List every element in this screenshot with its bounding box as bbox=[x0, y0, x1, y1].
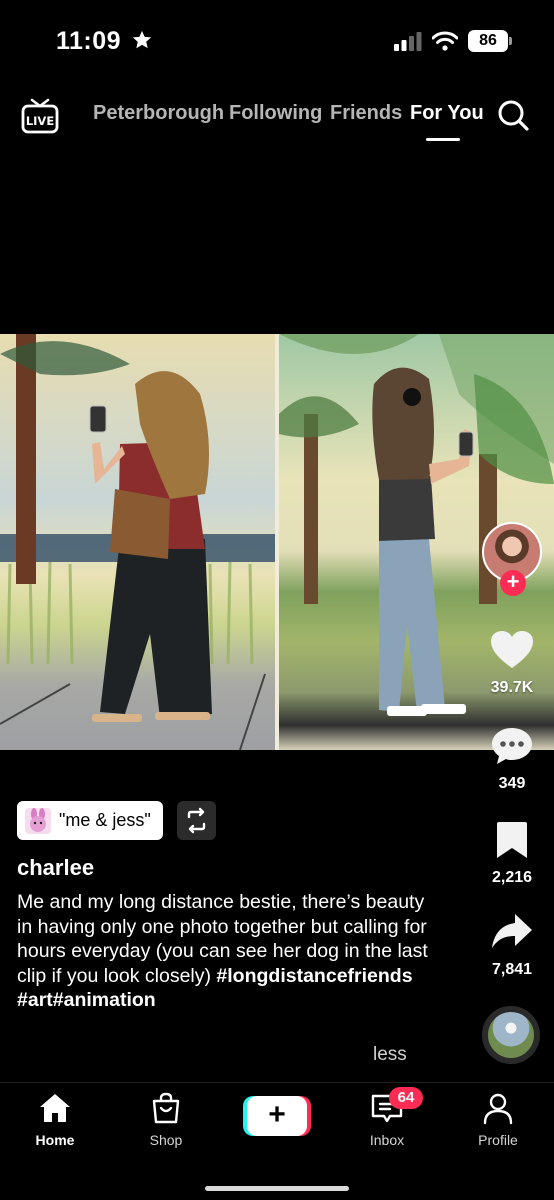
shopping-bag-icon bbox=[152, 1092, 180, 1124]
home-indicator bbox=[205, 1186, 349, 1191]
share-arrow-icon bbox=[492, 914, 532, 948]
repost-button[interactable] bbox=[177, 801, 216, 840]
caption: Me and my long distance bestie, there’s … bbox=[17, 890, 437, 1013]
nav-shop-label: Shop bbox=[149, 1132, 183, 1148]
top-nav: LIVE Peterborough Following Friends For … bbox=[0, 92, 554, 148]
sound-thumbnail bbox=[25, 807, 51, 834]
nav-home[interactable]: Home bbox=[15, 1091, 95, 1148]
sound-chip[interactable]: "me & jess" bbox=[17, 801, 163, 840]
like-count: 39.7K bbox=[490, 679, 534, 696]
profile-icon bbox=[483, 1093, 513, 1125]
drawing-girl-with-phone bbox=[0, 334, 275, 750]
star-icon bbox=[132, 30, 151, 49]
heart-icon bbox=[491, 631, 533, 668]
plus-icon: + bbox=[506, 569, 520, 594]
nav-inbox[interactable]: 64 Inbox bbox=[347, 1087, 427, 1148]
tab-following[interactable]: Following bbox=[229, 102, 322, 125]
create-button[interactable]: + bbox=[247, 1096, 307, 1136]
wifi-icon bbox=[432, 31, 458, 51]
cellular-signal-icon bbox=[394, 32, 422, 51]
video-player[interactable] bbox=[0, 334, 554, 750]
like-button[interactable]: 39.7K bbox=[472, 630, 552, 697]
comment-icon bbox=[492, 728, 532, 764]
battery-indicator: 86 bbox=[468, 30, 512, 52]
nav-profile-label: Profile bbox=[478, 1132, 518, 1148]
inbox-badge: 64 bbox=[389, 1087, 423, 1109]
status-icons: 86 bbox=[394, 30, 512, 52]
save-button[interactable]: 2,216 bbox=[472, 820, 552, 887]
home-icon bbox=[40, 1094, 70, 1122]
repost-icon bbox=[187, 807, 206, 834]
comment-button[interactable]: 349 bbox=[472, 726, 552, 793]
live-button[interactable]: LIVE bbox=[20, 96, 60, 136]
tab-peterborough[interactable]: Peterborough bbox=[93, 102, 224, 125]
status-bar: 11:09 86 bbox=[0, 0, 554, 84]
comment-count: 349 bbox=[498, 775, 526, 792]
bottom-nav: Home Shop + 64 Inbox Profile bbox=[0, 1082, 554, 1200]
creator-avatar-button[interactable]: + bbox=[482, 522, 542, 596]
bookmark-icon bbox=[497, 822, 527, 858]
live-tv-icon: LIVE bbox=[21, 98, 59, 134]
less-button[interactable]: less bbox=[373, 1044, 407, 1066]
svg-text:LIVE: LIVE bbox=[26, 114, 55, 128]
save-count: 2,216 bbox=[491, 869, 533, 886]
nav-profile[interactable]: Profile bbox=[458, 1091, 538, 1148]
active-tab-indicator bbox=[426, 138, 460, 141]
tab-friends[interactable]: Friends bbox=[330, 102, 402, 125]
username[interactable]: charlee bbox=[17, 855, 94, 881]
status-time: 11:09 bbox=[56, 27, 153, 56]
sound-disc[interactable] bbox=[482, 1006, 540, 1064]
follow-button[interactable]: + bbox=[500, 570, 526, 596]
share-button[interactable]: 7,841 bbox=[472, 912, 552, 979]
artwork-panel-left bbox=[0, 334, 275, 750]
search-button[interactable] bbox=[496, 98, 530, 132]
nav-inbox-label: Inbox bbox=[369, 1132, 405, 1148]
share-count: 7,841 bbox=[491, 961, 533, 978]
bunny-sticker-icon bbox=[30, 807, 46, 832]
sound-title: "me & jess" bbox=[59, 810, 151, 830]
nav-shop[interactable]: Shop bbox=[126, 1091, 206, 1148]
search-icon bbox=[498, 100, 529, 131]
plus-icon: + bbox=[247, 1096, 307, 1136]
tab-for-you[interactable]: For You bbox=[410, 102, 484, 125]
nav-home-label: Home bbox=[35, 1132, 75, 1148]
